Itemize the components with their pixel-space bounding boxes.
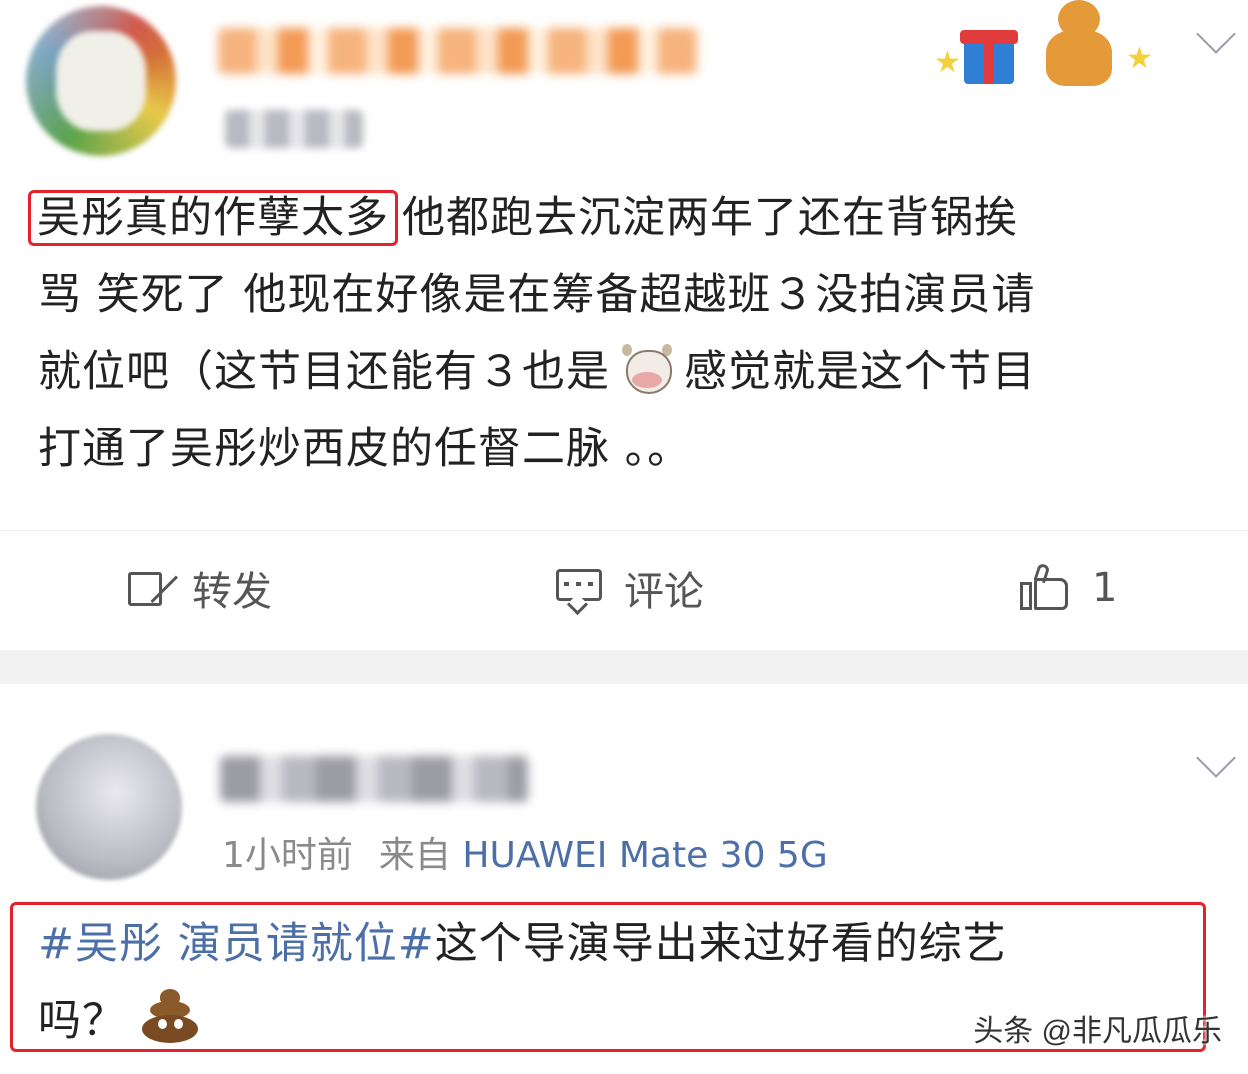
user-avatar[interactable] — [26, 6, 176, 156]
comment-button[interactable]: 评论 — [556, 561, 704, 616]
comment-icon — [556, 567, 602, 616]
action-bar: 转发 评论 1 — [0, 530, 1248, 649]
post-time: 1小时前 — [222, 835, 353, 876]
pile-of-poo-icon — [140, 989, 200, 1045]
repost-button[interactable]: 转发 — [128, 561, 272, 615]
star-icon: ★ — [934, 45, 961, 80]
comment-label: 评论 — [624, 569, 704, 615]
watermark: 头条 @非凡瓜瓜乐 — [973, 1015, 1222, 1048]
post-text-segment: 这个导演导出来过好看的综艺 — [434, 919, 1007, 969]
post-text-segment: 吗？ — [38, 996, 126, 1046]
blurred-username[interactable] — [218, 28, 698, 74]
post-meta: 1小时前 来自 HUAWEI Mate 30 5G — [222, 826, 828, 878]
highlight-box: 吴彤真的作孽太多 — [28, 190, 398, 246]
post-divider — [0, 650, 1248, 684]
holiday-decoration: ★ ★ — [930, 0, 1160, 95]
hashtag-link[interactable]: #吴彤 演员请就位# — [38, 919, 435, 969]
device-link[interactable]: HUAWEI Mate 30 5G — [462, 835, 827, 876]
blurred-timestamp — [225, 110, 363, 148]
post-text-segment: 他都跑去沉淀两年了还在背锅挨 — [402, 193, 1018, 243]
user-avatar[interactable] — [36, 734, 182, 880]
thumbs-up-icon — [1020, 562, 1070, 612]
like-count: 1 — [1092, 565, 1118, 611]
post-text-segment: 骂 笑死了 他现在好像是在筹备超越班３没拍演员请 — [38, 270, 1036, 320]
source-prefix: 来自 — [378, 835, 451, 876]
chevron-down-icon[interactable] — [1196, 738, 1236, 778]
blurred-username[interactable] — [220, 756, 528, 802]
like-button[interactable]: 1 — [1020, 561, 1117, 615]
repost-icon — [128, 568, 170, 608]
repost-label: 转发 — [192, 569, 272, 615]
post-text-segment: 就位吧（这节目还能有３也是 — [38, 347, 610, 397]
post-text-segment: 感觉就是这个节目 — [684, 347, 1036, 397]
chevron-down-icon[interactable] — [1196, 14, 1236, 54]
post-body: 吴彤真的作孽太多 他都跑去沉淀两年了还在背锅挨 骂 笑死了 他现在好像是在筹备超越… — [28, 180, 1218, 488]
gingerbread-icon — [1038, 0, 1120, 90]
cow-face-icon — [620, 344, 674, 394]
star-icon: ★ — [1126, 41, 1153, 76]
post-text-segment: 打通了吴彤炒西皮的任督二脉 。。 — [38, 424, 692, 474]
post-card-1: ★ ★ 吴彤真的作孽太多 他都跑去沉淀两年了还在背锅挨 骂 笑死了 他现在好像是在… — [0, 0, 1248, 650]
gift-icon — [960, 30, 1018, 84]
